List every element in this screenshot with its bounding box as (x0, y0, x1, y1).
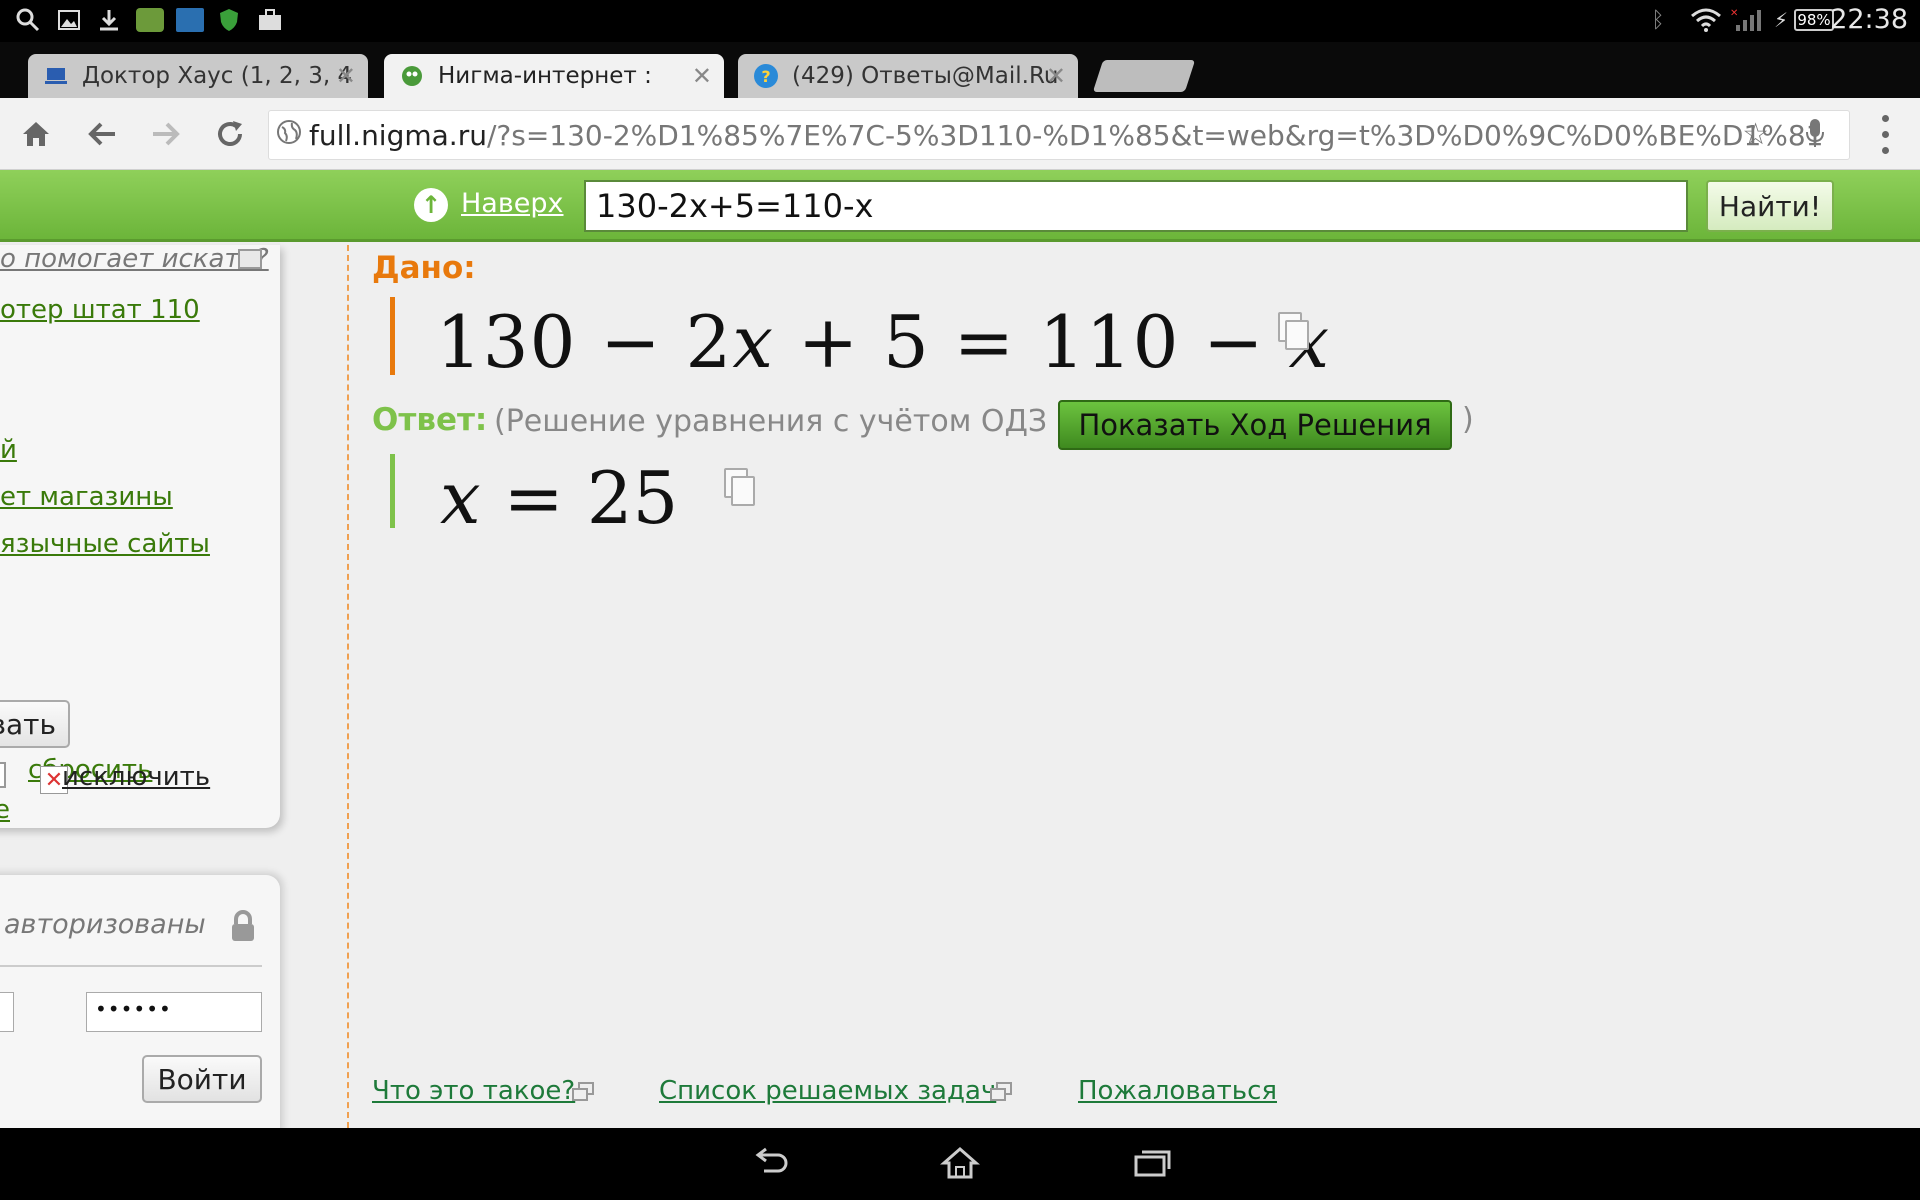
dashed-divider (347, 245, 349, 1128)
close-tab-icon[interactable]: ✕ (336, 62, 356, 90)
tab-doctor-house[interactable]: Доктор Хаус (1, 2, 3, 4 ✕ (28, 54, 368, 98)
login-button[interactable]: Войти (142, 1055, 262, 1103)
external-link-icon[interactable] (572, 1082, 596, 1104)
address-bar[interactable]: full.nigma.ru/?s=130-2%D1%85%7E%7C-5%3D1… (268, 110, 1850, 160)
question-icon: ? (754, 64, 778, 88)
navigation-bar (0, 1128, 1920, 1200)
close-paren: ) (1462, 402, 1474, 437)
briefcase-icon (256, 8, 284, 32)
tab-strip: Доктор Хаус (1, 2, 3, 4 ✕ Нигма-интернет… (0, 42, 1920, 98)
help-link[interactable]: о помогает искать? (0, 244, 269, 274)
close-tab-icon[interactable]: ✕ (1046, 62, 1066, 90)
charging-icon: ⚡ (1773, 8, 1789, 32)
image-icon (56, 8, 82, 32)
url-host: full.nigma.ru (309, 118, 487, 152)
task-list-link[interactable]: Список решаемых задач (659, 1076, 996, 1106)
search-header: ↑ Наверх Найти! (0, 170, 1920, 242)
bluetooth-icon: ᛒ (1651, 7, 1665, 33)
answer-note: (Решение уравнения с учётом ОДЗ : (494, 404, 1067, 439)
web-page: ↑ Наверх Найти! о помогает искать? отер … (0, 170, 1920, 1128)
svg-text:✕: ✕ (1730, 8, 1738, 19)
forward-icon[interactable] (144, 112, 188, 156)
tab-title: Доктор Хаус (1, 2, 3, 4 (82, 63, 353, 89)
show-solution-button[interactable]: Показать Ход Решения (1058, 400, 1452, 450)
back-icon[interactable] (80, 112, 124, 156)
answer-label: Ответ: (372, 402, 488, 438)
filter-link[interactable]: отер штат 110 (0, 295, 200, 325)
divider (0, 965, 262, 967)
battery-indicator: 98% (1794, 9, 1834, 31)
lock-icon (228, 909, 258, 943)
tab-nigma[interactable]: Нигма-интернет : ✕ (384, 54, 724, 98)
reload-icon[interactable] (208, 112, 252, 156)
nigma-icon (400, 64, 424, 88)
signal-icon: ✕ (1730, 8, 1764, 32)
download-icon (96, 8, 122, 32)
close-tab-icon[interactable]: ✕ (692, 62, 712, 90)
find-button[interactable]: Найти! (1706, 180, 1834, 232)
url-path: /?s=130-2%D1%85%7E%7C-5%3D110-%D1%85&t=w… (486, 118, 1824, 152)
wifi-icon (1690, 8, 1722, 32)
filter-link[interactable]: й (0, 435, 17, 465)
recent-apps-icon[interactable] (1122, 1138, 1182, 1188)
status-bar: ᛒ ✕ ⚡ 98% 22:38 (0, 0, 1920, 42)
truncated-link[interactable]: е (0, 795, 10, 825)
filter-link[interactable]: язычные сайты (0, 529, 210, 559)
microphone-icon[interactable] (1805, 117, 1825, 156)
browser-screen: ᛒ ✕ ⚡ 98% 22:38 Доктор Хаус (1, 2, 3, 4 … (0, 0, 1920, 1200)
laptop-icon (44, 64, 68, 88)
tab-mail-answers[interactable]: ? (429) Ответы@Mail.Ru ✕ (738, 54, 1078, 98)
tab-title: Нигма-интернет : (438, 63, 652, 89)
reset-checkbox[interactable] (0, 762, 6, 788)
search-input[interactable] (584, 180, 1688, 232)
home-icon[interactable] (14, 112, 58, 156)
exclude-link[interactable]: исключить (62, 762, 210, 792)
apply-button[interactable]: вать (0, 700, 70, 748)
bookmark-star-icon[interactable]: ☆ (1742, 117, 1769, 152)
arrow-up-icon[interactable]: ↑ (414, 188, 448, 222)
menu-icon[interactable] (1872, 110, 1898, 158)
login-field[interactable] (0, 992, 14, 1032)
new-tab-button[interactable] (1092, 60, 1196, 92)
scroll-top-link[interactable]: Наверх (461, 188, 564, 219)
login-panel: авторизованы •••••• Войти (0, 875, 280, 1128)
auth-status-text: авторизованы (4, 909, 206, 940)
password-field[interactable]: •••••• (86, 992, 262, 1032)
shield-app-icon (216, 8, 242, 32)
given-expression: 130 − 2𝑥 + 5 = 110 − 𝑥 (436, 300, 1331, 384)
search-icon (14, 8, 42, 32)
frog-app-icon (136, 8, 164, 32)
external-link-icon[interactable] (990, 1082, 1014, 1104)
complain-link[interactable]: Пожаловаться (1078, 1076, 1277, 1106)
collapse-icon[interactable] (238, 249, 262, 269)
url-text[interactable]: full.nigma.ru/?s=130-2%D1%85%7E%7C-5%3D1… (309, 119, 1849, 152)
answer-bar (390, 454, 395, 528)
opera-lounge-icon (176, 8, 204, 32)
back-nav-icon[interactable] (740, 1138, 800, 1188)
what-is-it-link[interactable]: Что это такое? (372, 1076, 575, 1106)
browser-toolbar: full.nigma.ru/?s=130-2%D1%85%7E%7C-5%3D1… (0, 98, 1920, 170)
given-bar (390, 297, 395, 375)
copy-icon[interactable] (1276, 312, 1310, 354)
copy-icon[interactable] (722, 468, 756, 510)
tab-title: (429) Ответы@Mail.Ru (792, 63, 1059, 89)
filter-panel: о помогает искать? отер штат 110 й ет ма… (0, 244, 280, 828)
home-nav-icon[interactable] (930, 1138, 990, 1188)
globe-icon (269, 119, 309, 151)
given-label: Дано: (372, 250, 476, 286)
filter-link[interactable]: ет магазины (0, 482, 173, 512)
clock: 22:38 (1830, 4, 1908, 35)
answer-expression: 𝑥 = 25 (440, 456, 679, 540)
